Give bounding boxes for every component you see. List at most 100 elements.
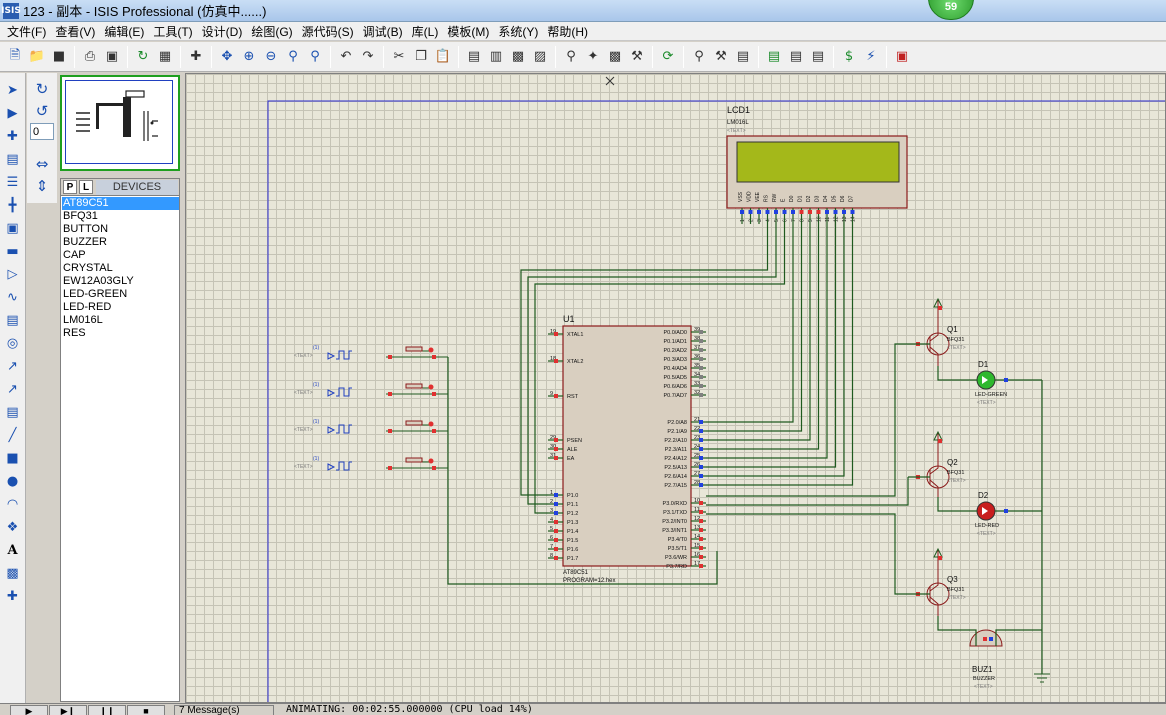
block-rotate-icon[interactable]: ▩: [508, 47, 528, 67]
circle-2d-icon[interactable]: ●: [3, 471, 23, 491]
device-list-item[interactable]: EW12A03GLY: [62, 275, 179, 288]
generator-icon[interactable]: [327, 389, 336, 397]
device-list-item[interactable]: LED-GREEN: [62, 288, 179, 301]
ares-netlist-icon[interactable]: ▣: [892, 47, 912, 67]
current-probe-icon[interactable]: ↗: [3, 379, 23, 399]
symbol-2d-icon[interactable]: ▩: [3, 563, 23, 583]
make-device-icon[interactable]: ✦: [583, 47, 603, 67]
cut-icon[interactable]: ✂: [389, 47, 409, 67]
path-2d-icon[interactable]: ❖: [3, 517, 23, 537]
rotation-angle-input[interactable]: [30, 123, 54, 140]
rotate-cw-icon[interactable]: ↻: [32, 79, 52, 99]
terminal-mode-icon[interactable]: ▬: [3, 241, 23, 261]
menu-view[interactable]: 查看(V): [52, 23, 101, 40]
zoom-out-icon[interactable]: ⊖: [261, 47, 281, 67]
generator-icon[interactable]: [327, 352, 336, 360]
block-delete-icon[interactable]: ▨: [530, 47, 550, 67]
component-mode-icon[interactable]: ▶: [3, 103, 23, 123]
junction-dot-icon[interactable]: ✚: [3, 126, 23, 146]
new-sheet-icon[interactable]: ▤: [733, 47, 753, 67]
device-list-item[interactable]: RES: [62, 327, 179, 340]
device-list-item[interactable]: LED-RED: [62, 301, 179, 314]
search-tag-icon[interactable]: ⚲: [689, 47, 709, 67]
step-button[interactable]: ▶❙: [49, 705, 87, 715]
menu-graph[interactable]: 绘图(G): [248, 23, 298, 40]
zoom-area-icon[interactable]: ⚲: [305, 47, 325, 67]
voltage-probe-icon[interactable]: ↗: [3, 356, 23, 376]
package-tool-icon[interactable]: ▩: [605, 47, 625, 67]
generator-icon[interactable]: [327, 463, 336, 471]
bom-icon[interactable]: ▤: [764, 47, 784, 67]
origin-icon[interactable]: ✚: [186, 47, 206, 67]
text-script-icon[interactable]: ☰: [3, 172, 23, 192]
decompose-icon[interactable]: ⚒: [627, 47, 647, 67]
property-tool-icon[interactable]: ⚒: [711, 47, 731, 67]
netlist-icon[interactable]: ▤: [786, 47, 806, 67]
stop-button[interactable]: ■: [127, 705, 165, 715]
button-body[interactable]: [405, 346, 423, 352]
menu-system[interactable]: 系统(Y): [495, 23, 544, 40]
device-list-item[interactable]: AT89C51: [62, 197, 179, 210]
selection-mode-icon[interactable]: ➤: [3, 80, 23, 100]
menu-edit[interactable]: 编辑(E): [101, 23, 150, 40]
refresh-icon[interactable]: ↻: [133, 47, 153, 67]
wire-autorouter-icon[interactable]: ⟳: [658, 47, 678, 67]
pick-device-icon[interactable]: ⚲: [561, 47, 581, 67]
menu-design[interactable]: 设计(D): [199, 23, 249, 40]
message-count[interactable]: 7 Message(s): [174, 705, 274, 715]
pause-button[interactable]: ❙❙: [88, 705, 126, 715]
virtual-instrument-icon[interactable]: ▤: [3, 402, 23, 422]
redo-icon[interactable]: ↷: [358, 47, 378, 67]
box-2d-icon[interactable]: ■: [3, 448, 23, 468]
menu-debug[interactable]: 调试(B): [360, 23, 409, 40]
device-list-item[interactable]: CAP: [62, 249, 179, 262]
bill-materials-icon[interactable]: $: [839, 47, 859, 67]
copy-icon[interactable]: ❐: [411, 47, 431, 67]
marker-2d-icon[interactable]: ✚: [3, 586, 23, 606]
electrical-rule-icon[interactable]: ⚡: [861, 47, 881, 67]
electrical-check-icon[interactable]: ▤: [808, 47, 828, 67]
save-icon[interactable]: ■: [49, 47, 69, 67]
line-2d-icon[interactable]: ╱: [3, 425, 23, 445]
zoom-in-icon[interactable]: ⊕: [239, 47, 259, 67]
button-body[interactable]: [405, 457, 423, 463]
device-list-item[interactable]: BUTTON: [62, 223, 179, 236]
device-list-item[interactable]: LM016L: [62, 314, 179, 327]
print-icon[interactable]: ⎙: [80, 47, 100, 67]
mirror-x-icon[interactable]: ⇔: [32, 154, 52, 174]
menu-file[interactable]: 文件(F): [4, 23, 52, 40]
open-folder-icon[interactable]: 📁: [27, 47, 47, 67]
play-button[interactable]: ▶: [10, 705, 48, 715]
subcircuit-icon[interactable]: ▣: [3, 218, 23, 238]
generator-icon[interactable]: [327, 426, 336, 434]
bus-mode-icon[interactable]: ╋: [3, 195, 23, 215]
menu-template[interactable]: 模板(M): [444, 23, 495, 40]
schematic-drawing[interactable]: LCD1LM016L<TEXT>VSS1VDD2VEE3RS4RW5E6D07D…: [186, 74, 1166, 703]
tape-recorder-icon[interactable]: ▤: [3, 310, 23, 330]
wire-label-icon[interactable]: ▤: [3, 149, 23, 169]
rotate-ccw-icon[interactable]: ↺: [32, 101, 52, 121]
device-list-item[interactable]: CRYSTAL: [62, 262, 179, 275]
library-manager-button[interactable]: L: [79, 180, 93, 194]
menu-tools[interactable]: 工具(T): [150, 23, 198, 40]
graph-mode-icon[interactable]: ∿: [3, 287, 23, 307]
undo-icon[interactable]: ↶: [336, 47, 356, 67]
grid-icon[interactable]: ▦: [155, 47, 175, 67]
menu-source[interactable]: 源代码(S): [299, 23, 360, 40]
generator-mode-icon[interactable]: ◎: [3, 333, 23, 353]
arc-2d-icon[interactable]: ◠: [3, 494, 23, 514]
menu-help[interactable]: 帮助(H): [544, 23, 594, 40]
menu-library[interactable]: 库(L): [409, 23, 445, 40]
block-move-icon[interactable]: ▥: [486, 47, 506, 67]
pan-icon[interactable]: ✥: [217, 47, 237, 67]
paste-icon[interactable]: 📋: [433, 47, 453, 67]
mirror-y-icon[interactable]: ⇕: [32, 176, 52, 196]
new-file-icon[interactable]: 🗎: [5, 47, 25, 67]
block-copy-icon[interactable]: ▤: [464, 47, 484, 67]
zoom-all-icon[interactable]: ⚲: [283, 47, 303, 67]
device-list-item[interactable]: BUZZER: [62, 236, 179, 249]
button-body[interactable]: [405, 420, 423, 426]
notification-badge[interactable]: 59: [928, 0, 974, 20]
text-2d-icon[interactable]: A: [3, 540, 23, 560]
overview-window[interactable]: [60, 75, 180, 171]
